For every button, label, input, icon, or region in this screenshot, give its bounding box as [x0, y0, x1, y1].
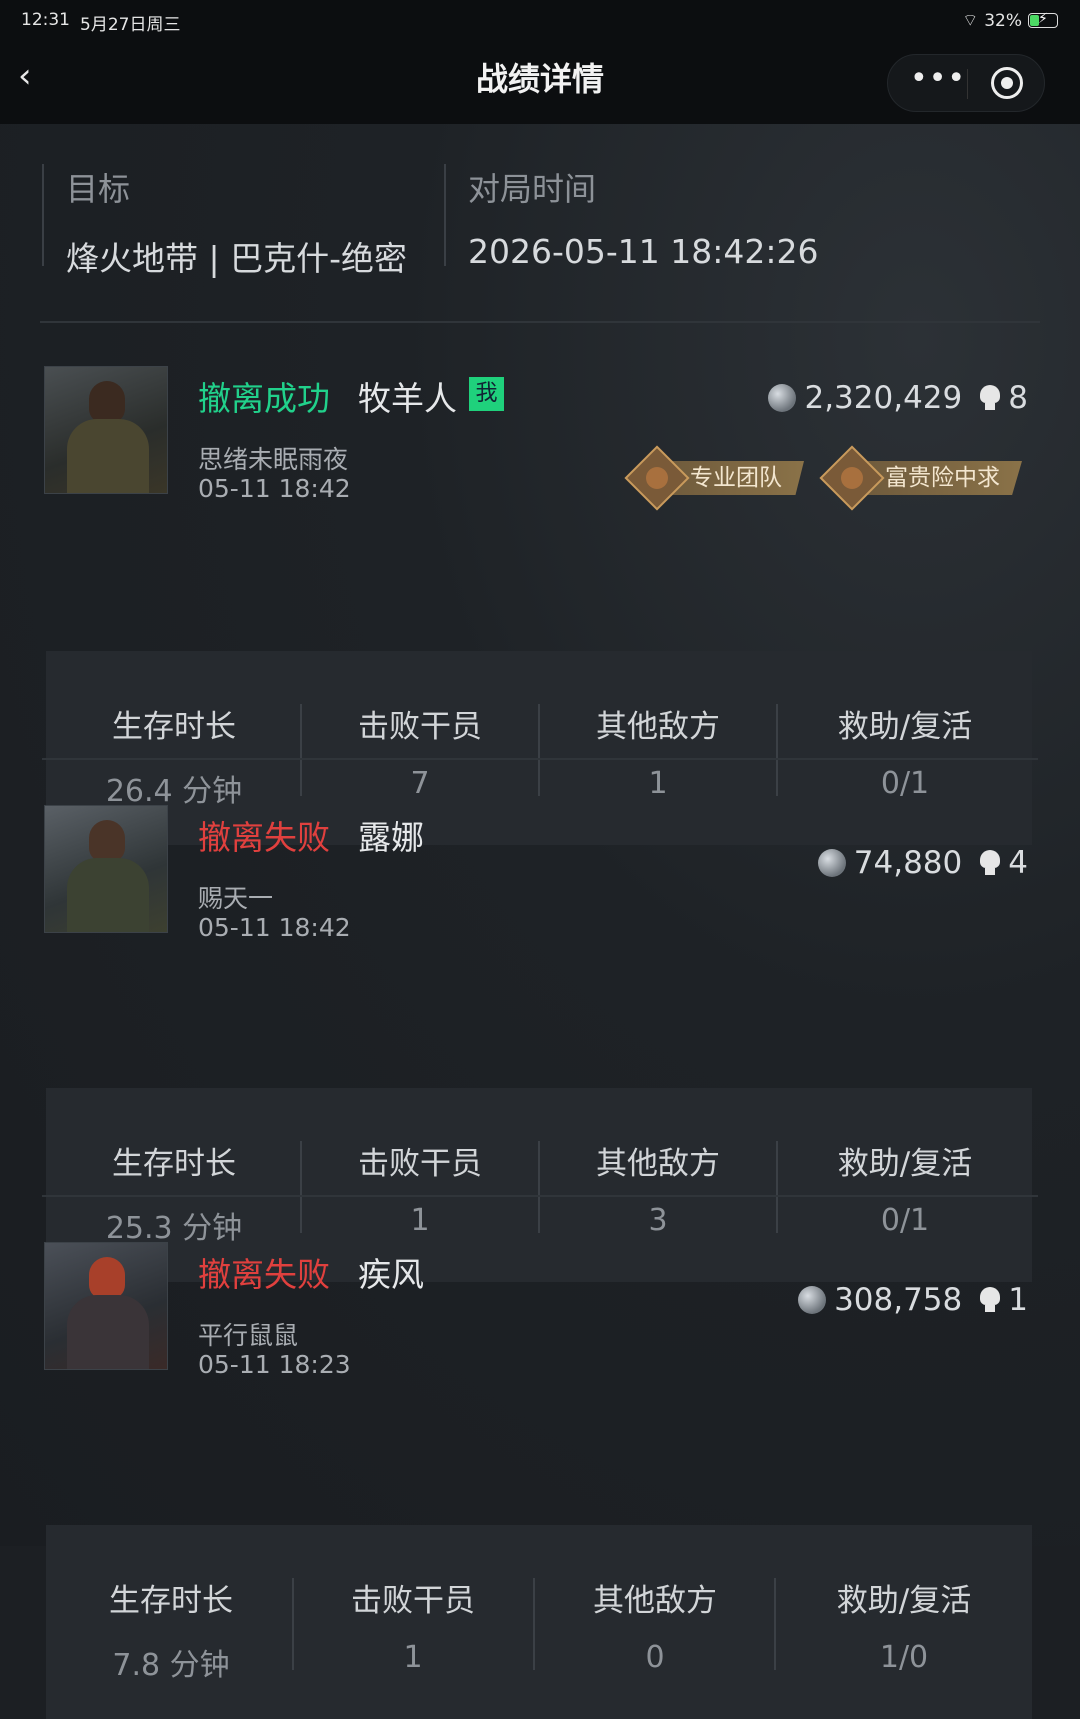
coin-icon: [768, 384, 797, 412]
avatar: [44, 1242, 168, 1370]
value-summary: 308,758 1: [798, 1282, 1028, 1318]
status-date: 5月27日周三: [80, 15, 181, 35]
status-bar: 12:31 5月27日周三 ⌔ 32% ⚡: [0, 0, 1080, 42]
hero-name: 露娜: [358, 818, 424, 857]
stat-label: 击败干员: [358, 709, 482, 745]
header-divider: [40, 321, 1040, 323]
time-value: 2026-05-11 18:42:26: [468, 232, 819, 271]
match-time: 05-11 18:42: [198, 474, 351, 503]
skull-icon: [978, 850, 1002, 876]
stat-value: 1/0: [879, 1640, 929, 1675]
badge-pro-team: 专业团队: [624, 445, 804, 511]
battery-icon: ⚡: [1028, 11, 1058, 28]
stats-panel: 生存时长 26.4 分钟 击败干员 7 其他敌方 1 救助/复活 0/1: [46, 651, 1032, 845]
capsule-divider: [967, 69, 968, 99]
value-summary: 74,880 4: [817, 845, 1028, 881]
coin-icon: [798, 1286, 827, 1314]
battery-percent: 32%: [984, 10, 1022, 31]
nav-bar: ‹ 战绩详情 •••: [0, 42, 1080, 124]
medal-icon: [819, 445, 885, 511]
stat-value: 26.4 分钟: [105, 774, 243, 809]
stat-survival: 生存时长 7.8 分钟: [46, 1525, 296, 1719]
target-info: 目标 烽火地带 | 巴克什-绝密: [42, 164, 407, 278]
stat-value: 1: [403, 1640, 423, 1675]
stat-label: 生存时长: [112, 709, 236, 745]
stat-assist: 救助/复活 0/1: [778, 651, 1032, 845]
stat-other: 其他敌方 0: [535, 1525, 775, 1719]
match-time: 05-11 18:23: [198, 1350, 351, 1379]
wifi-icon: ⌔: [962, 11, 979, 31]
stat-label: 其他敌方: [596, 1146, 720, 1182]
player-name: 平行鼠鼠: [198, 1321, 299, 1350]
stat-label: 生存时长: [112, 1146, 236, 1182]
coin-icon: [817, 849, 846, 877]
target-label: 目标: [66, 170, 131, 208]
skull-count: 1: [1008, 1282, 1028, 1318]
stat-label: 击败干员: [358, 1146, 482, 1182]
badge-risk-reward: 富贵险中求: [819, 445, 1022, 511]
target-value: 烽火地带 | 巴克什-绝密: [66, 239, 408, 278]
extraction-status: 撤离成功: [198, 379, 330, 418]
match-time: 05-11 18:42: [198, 913, 351, 942]
match-divider: [42, 758, 1038, 760]
extraction-status: 撤离失败: [198, 1255, 330, 1294]
mini-program-capsule: •••: [887, 54, 1045, 112]
money-value: 2,320,429: [804, 380, 963, 416]
skull-count: 8: [1008, 380, 1028, 416]
stat-value: 1: [648, 766, 668, 801]
time-info: 对局时间 2026-05-11 18:42:26: [444, 164, 818, 271]
stat-other: 其他敌方 1: [540, 651, 776, 845]
medal-icon: [624, 445, 690, 511]
hero-name: 疾风: [358, 1255, 424, 1294]
avatar: [44, 366, 168, 494]
stats-panel: 生存时长 25.3 分钟 击败干员 1 其他敌方 3 救助/复活 0/1: [46, 1088, 1032, 1282]
stats-panel: 生存时长 7.8 分钟 击败干员 1 其他敌方 0 救助/复活 1/0: [46, 1525, 1032, 1719]
stat-label: 生存时长: [109, 1583, 233, 1619]
stat-value: 25.3 分钟: [105, 1211, 243, 1246]
target-icon[interactable]: [991, 67, 1023, 99]
hero-name: 牧羊人: [358, 379, 457, 418]
player-name: 赐天一: [198, 884, 274, 913]
status-right: ⌔ 32% ⚡: [962, 10, 1058, 31]
stat-value: 3: [648, 1203, 668, 1238]
stat-value: 1: [410, 1203, 430, 1238]
more-dots-icon[interactable]: •••: [910, 61, 966, 96]
time-label: 对局时间: [468, 170, 597, 208]
stat-label: 救助/复活: [836, 1583, 972, 1619]
stat-value: 0/1: [880, 766, 930, 801]
match-detail-content: 目标 烽火地带 | 巴克什-绝密 对局时间 2026-05-11 18:42:2…: [0, 124, 1080, 1719]
money-value: 74,880: [853, 845, 963, 881]
stat-value: 7.8 分钟: [112, 1648, 230, 1683]
match-divider: [42, 1195, 1038, 1197]
stat-label: 击败干员: [351, 1583, 475, 1619]
skull-icon: [978, 1287, 1002, 1313]
stat-kills: 击败干员 1: [294, 1525, 532, 1719]
stat-assist: 救助/复活 0/1: [778, 1088, 1032, 1282]
avatar: [44, 805, 168, 933]
me-tag: 我: [469, 377, 504, 411]
stat-label: 其他敌方: [596, 709, 720, 745]
value-summary: 2,320,429 8: [768, 380, 1028, 416]
stat-value: 0/1: [880, 1203, 930, 1238]
extraction-status: 撤离失败: [198, 818, 330, 857]
stat-label: 救助/复活: [837, 709, 973, 745]
stat-label: 救助/复活: [837, 1146, 973, 1182]
status-time: 12:31: [21, 10, 70, 30]
stat-label: 其他敌方: [593, 1583, 717, 1619]
player-name: 思绪未眠雨夜: [198, 445, 349, 474]
stat-other: 其他敌方 3: [540, 1088, 776, 1282]
skull-icon: [978, 385, 1002, 411]
stat-assist: 救助/复活 1/0: [776, 1525, 1032, 1719]
money-value: 308,758: [834, 1282, 963, 1318]
stat-value: 0: [645, 1640, 665, 1675]
stat-value: 7: [410, 766, 430, 801]
skull-count: 4: [1008, 845, 1028, 881]
